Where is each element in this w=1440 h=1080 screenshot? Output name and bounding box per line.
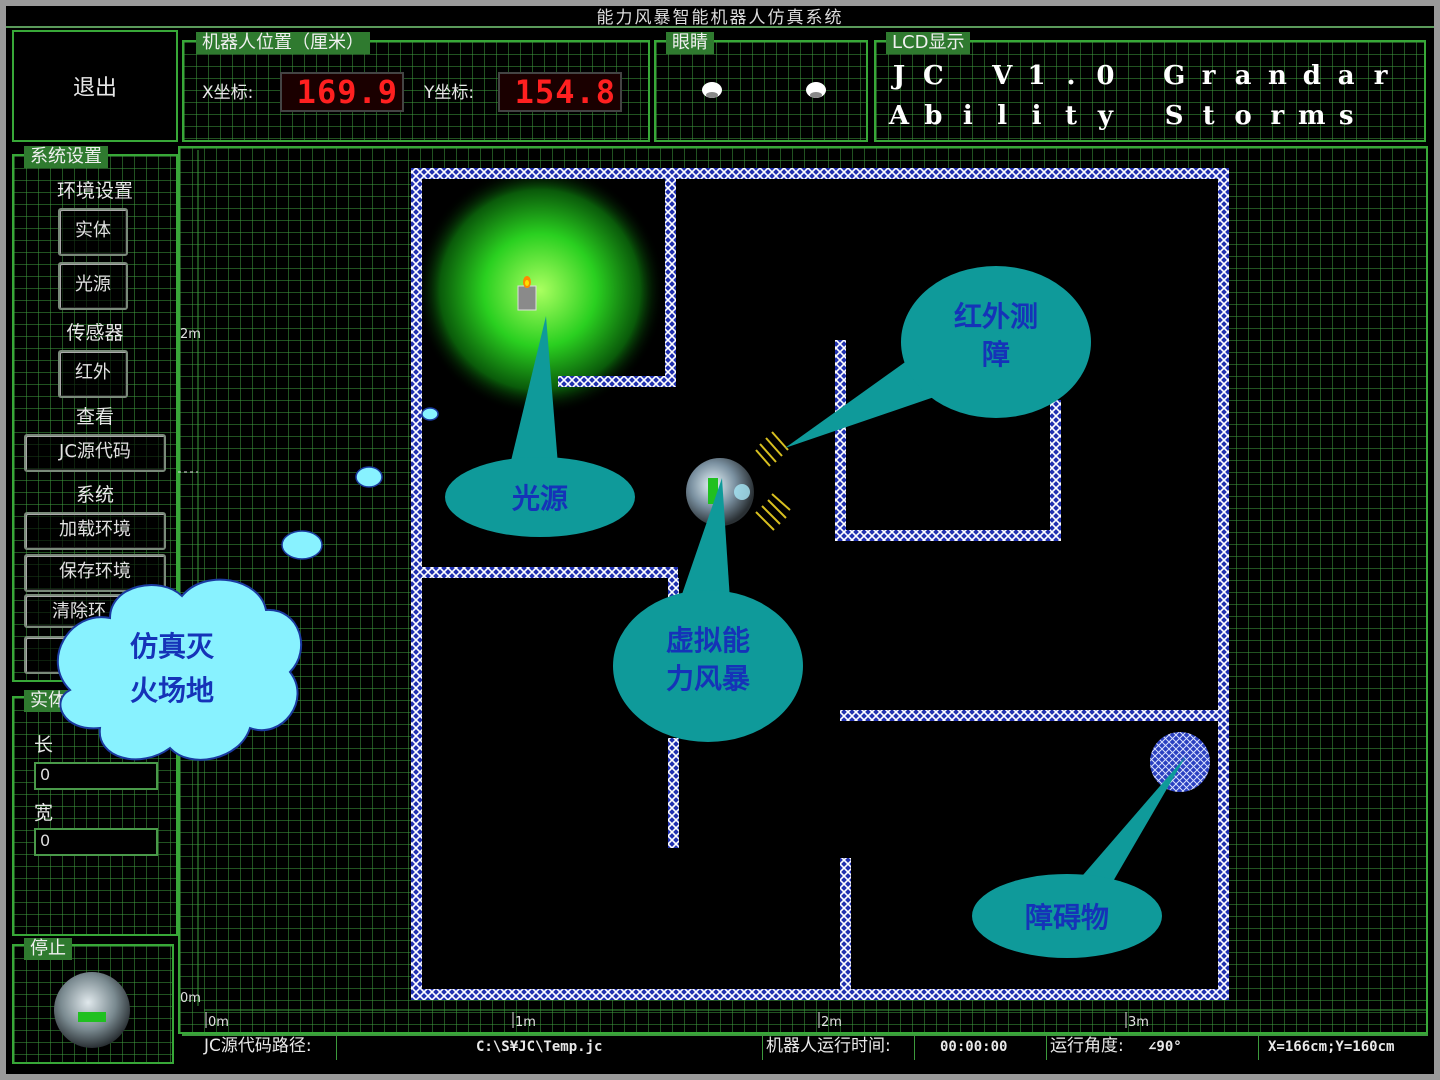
wall-room3-top	[840, 710, 1220, 721]
obstacle-callout-text: 障碍物	[1025, 901, 1109, 934]
status-divider	[914, 1036, 915, 1060]
light-callout-text: 光源	[511, 482, 568, 515]
runtime-value: 00:00:00	[940, 1039, 1008, 1055]
coords-value: X=166cm;Y=160cm	[1268, 1039, 1395, 1055]
bubble-large	[281, 530, 323, 560]
wall-room3-left	[840, 858, 851, 992]
status-divider	[762, 1036, 763, 1060]
y-tick-2m: 2m	[180, 327, 201, 342]
wall-mid-left	[422, 567, 678, 578]
bubble-medium	[355, 466, 383, 488]
robot-callout-line1: 虚拟能	[666, 624, 750, 657]
status-divider	[1046, 1036, 1047, 1060]
wall-right	[1218, 168, 1229, 1000]
angle-label: 运行角度:	[1050, 1036, 1124, 1056]
arena-callout-line1: 仿真灭	[130, 630, 215, 663]
wall-lower-vertical	[668, 738, 679, 848]
x-tick-1m: 1m	[515, 1015, 536, 1030]
obstacle	[1150, 732, 1210, 792]
infrared-callout-line1: 红外测	[954, 300, 1038, 333]
arena-callout-line2: 火场地	[130, 674, 214, 707]
robot-callout-line2: 力风暴	[666, 662, 751, 695]
x-tick-0m: 0m	[208, 1015, 229, 1030]
runtime-label: 机器人运行时间:	[766, 1036, 891, 1056]
wall-bottom	[411, 989, 1229, 1000]
status-divider	[1258, 1036, 1259, 1060]
wall-room1-bottom	[558, 376, 676, 387]
arena-cloud-callout: 仿真灭 火场地	[56, 578, 303, 761]
infrared-callout-line2: 障	[982, 338, 1010, 371]
arena-drawing: 2m 0m 0m 1m 2m 3m 仿真灭 火场地 光源 红外测 障 虚拟能 力…	[56, 150, 1426, 1030]
angle-value: ∠90°	[1148, 1039, 1182, 1055]
y-tick-0m: 0m	[180, 991, 201, 1006]
source-path-label: JC源代码路径:	[204, 1036, 312, 1056]
wall-room1-right	[665, 178, 676, 386]
wall-room2-left	[835, 340, 846, 540]
wall-room2-bottom	[835, 530, 1061, 541]
x-tick-2m: 2m	[821, 1015, 842, 1030]
status-divider	[336, 1036, 337, 1060]
x-tick-3m: 3m	[1128, 1015, 1149, 1030]
wall-left	[411, 168, 422, 1000]
source-path-value: C:\S¥JC\Temp.jc	[476, 1039, 603, 1055]
wall-room2-right	[1050, 400, 1061, 540]
wall-top	[411, 168, 1229, 179]
bubble-small	[421, 407, 439, 421]
